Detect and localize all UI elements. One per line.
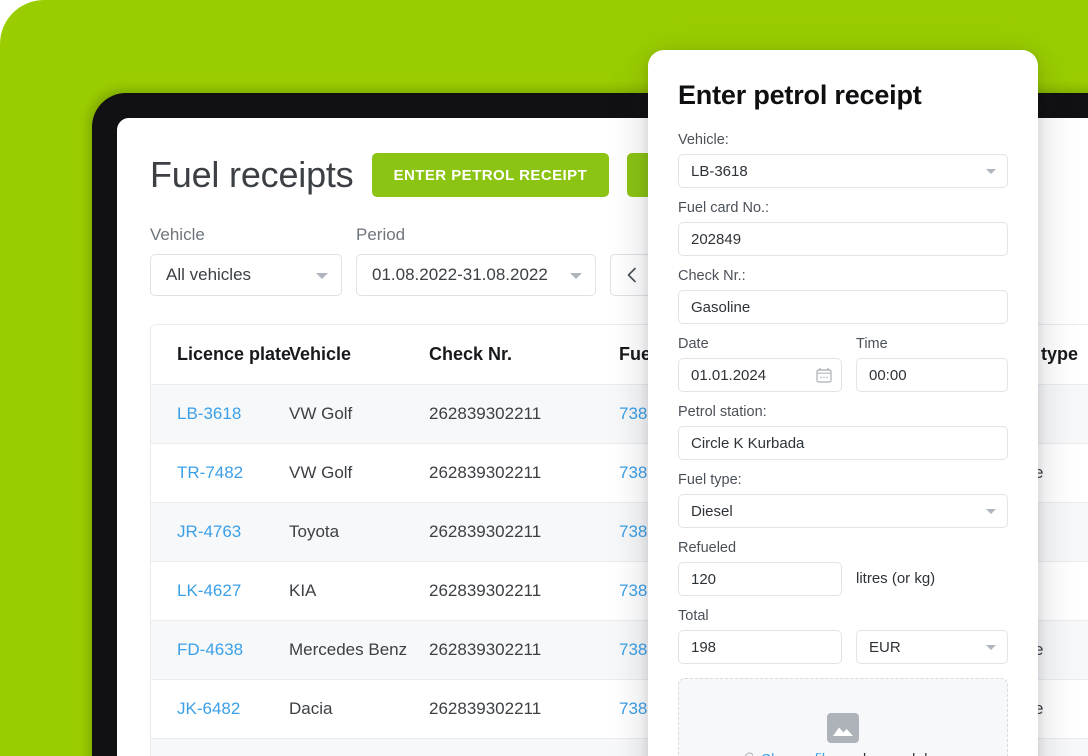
licence-plate-link[interactable]: JK-6482: [177, 699, 240, 718]
cell-check-nr: 262839302211: [429, 384, 619, 444]
cell-check-nr: 262839302211: [429, 502, 619, 562]
chevron-down-icon: [986, 509, 996, 514]
period-filter-group: Period 01.08.2022-31.08.2022: [356, 225, 596, 296]
drag-and-drop-text: or drag and drop: [841, 752, 948, 756]
cell-check-nr: 262839302211: [429, 561, 619, 621]
petrol-station-label: Petrol station:: [678, 404, 767, 420]
cell-vehicle: KIA: [289, 561, 429, 621]
fuel-type-label: Fuel type:: [678, 472, 742, 488]
total-label: Total: [678, 608, 709, 624]
file-dropzone[interactable]: Choose file or drag and drop Allowed fil…: [678, 678, 1008, 756]
fuel-card-label: Fuel card No.:: [678, 200, 770, 216]
page-title: Fuel receipts: [150, 154, 354, 195]
licence-plate-link[interactable]: JR-4763: [177, 522, 241, 541]
total-input[interactable]: [678, 630, 842, 664]
currency-select[interactable]: EUR: [856, 630, 1008, 664]
cell-check-nr: 262839302211: [429, 679, 619, 739]
cell-check-nr: 262839302211: [429, 443, 619, 503]
time-field-group: Time: [856, 336, 1008, 392]
currency-select-value: EUR: [869, 638, 901, 656]
refueled-label: Refueled: [678, 540, 737, 556]
date-field-group: Date: [678, 336, 842, 392]
petrol-station-field-group: Petrol station:: [678, 404, 1008, 460]
column-header-licence-plate: Licence plate: [151, 325, 291, 385]
time-label: Time: [856, 336, 888, 352]
choose-file-link[interactable]: Choose file: [761, 752, 834, 756]
chevron-left-icon: [627, 267, 636, 283]
cell-vehicle: VW Golf: [289, 443, 429, 503]
vehicle-select-value: LB-3618: [691, 162, 748, 180]
check-nr-input[interactable]: [678, 290, 1008, 324]
licence-plate-link[interactable]: FD-4638: [177, 640, 243, 659]
image-placeholder-icon: [827, 713, 859, 743]
cell-vehicle: Mercedes Benz: [289, 620, 429, 680]
screenshot-root: Fuel receipts ENTER PETROL RECEIPT UP TE…: [0, 0, 1088, 756]
fuel-type-select[interactable]: Diesel: [678, 494, 1008, 528]
vehicle-filter-value: All vehicles: [166, 265, 252, 284]
cell-check-nr: 262839302211: [429, 738, 619, 756]
licence-plate-link[interactable]: TR-7482: [177, 463, 243, 482]
fuel-type-select-value: Diesel: [691, 502, 733, 520]
enter-petrol-receipt-button[interactable]: ENTER PETROL RECEIPT: [371, 153, 610, 197]
cell-vehicle: Dacia: [289, 679, 429, 739]
cell-vehicle: Tesla: [289, 738, 429, 756]
paperclip-icon: [744, 752, 753, 756]
dialog-title: Enter petrol receipt: [678, 80, 922, 110]
licence-plate-link[interactable]: LB-3618: [177, 404, 241, 423]
vehicle-label: Vehicle:: [678, 132, 729, 148]
cell-vehicle: Toyota: [289, 502, 429, 562]
date-time-row: Date Time: [678, 336, 1008, 392]
period-filter-select[interactable]: 01.08.2022-31.08.2022: [356, 254, 596, 296]
cell-vehicle: VW Golf: [289, 384, 429, 444]
fuel-card-input[interactable]: [678, 222, 1008, 256]
refueled-unit-label: litres (or kg): [856, 570, 936, 587]
chevron-down-icon: [570, 273, 582, 279]
column-header-check-nr: Check Nr.: [429, 325, 619, 385]
time-input[interactable]: [856, 358, 1008, 392]
fuel-card-field-group: Fuel card No.:: [678, 200, 1008, 256]
mountain-icon: [833, 727, 853, 736]
check-nr-label: Check Nr.:: [678, 268, 746, 284]
fuel-type-field-group: Fuel type: Diesel: [678, 472, 1008, 528]
vehicle-filter-label: Vehicle: [150, 225, 205, 244]
vehicle-filter-group: Vehicle All vehicles: [150, 225, 342, 296]
chevron-down-icon: [986, 169, 996, 174]
previous-period-button[interactable]: [610, 254, 652, 296]
vehicle-field-group: Vehicle: LB-3618: [678, 132, 1008, 188]
licence-plate-link[interactable]: LK-4627: [177, 581, 241, 600]
period-filter-label: Period: [356, 225, 406, 244]
refueled-input[interactable]: [678, 562, 842, 596]
date-label: Date: [678, 336, 709, 352]
enter-petrol-receipt-dialog: Enter petrol receipt Vehicle: LB-3618 Fu…: [648, 50, 1038, 756]
period-filter-value: 01.08.2022-31.08.2022: [372, 265, 548, 284]
refueled-field-group: Refueled litres (or kg): [678, 540, 1008, 596]
vehicle-select[interactable]: LB-3618: [678, 154, 1008, 188]
dropzone-action-line: Choose file or drag and drop: [738, 752, 948, 756]
chevron-down-icon: [316, 273, 328, 279]
cell-check-nr: 262839302211: [429, 620, 619, 680]
column-header-vehicle: Vehicle: [289, 325, 429, 385]
check-nr-field-group: Check Nr.:: [678, 268, 1008, 324]
chevron-down-icon: [986, 645, 996, 650]
total-field-group: Total EUR: [678, 608, 1008, 664]
date-input[interactable]: [678, 358, 842, 392]
petrol-station-input[interactable]: [678, 426, 1008, 460]
vehicle-filter-select[interactable]: All vehicles: [150, 254, 342, 296]
